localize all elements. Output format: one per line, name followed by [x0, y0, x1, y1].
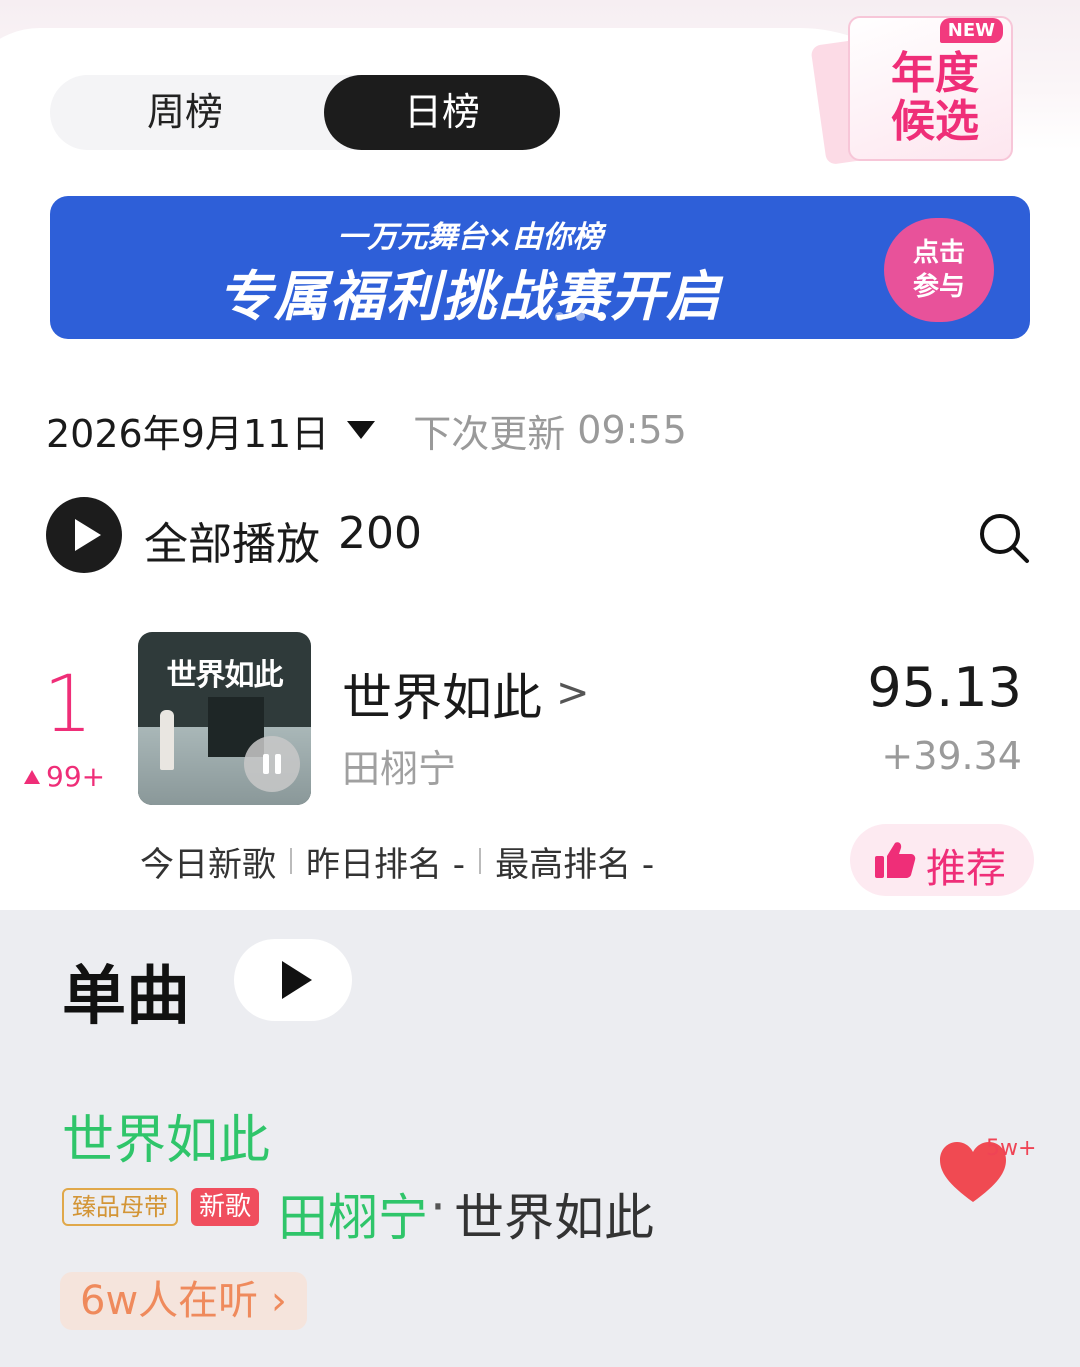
chevron-right-icon: › — [270, 1278, 287, 1324]
cover-title: 世界如此 — [166, 658, 284, 693]
meta-best-rank: 最高排名 - — [495, 844, 655, 885]
chevron-right-icon[interactable]: > — [556, 670, 590, 716]
cover-figure — [160, 710, 174, 770]
score-delta: +39.34 — [881, 734, 1022, 778]
date-row: 2026年9月11日 下次更新 09:55 — [46, 400, 687, 460]
like-count: 5w+ — [986, 1136, 1037, 1161]
award-card: NEW 年度 候选 — [848, 16, 1013, 161]
rank-up-icon — [24, 770, 40, 784]
play-all-label[interactable]: 全部播放 — [144, 508, 320, 572]
date-selector[interactable]: 2026年9月11日 — [46, 403, 329, 458]
new-song-badge: 新歌 — [191, 1188, 260, 1226]
tab-weekly[interactable]: 周榜 — [50, 75, 320, 150]
single-section-title: 单曲 — [62, 960, 190, 1034]
next-update-time: 09:55 — [577, 408, 687, 452]
rank-change-value: 99+ — [46, 760, 106, 793]
play-all-button[interactable] — [46, 497, 122, 573]
promo-banner[interactable]: 一万元舞台×由你榜 专属福利挑战赛开启 点击 参与 — [50, 196, 1030, 339]
play-all-count: 200 — [338, 508, 422, 559]
next-update-label: 下次更新 — [413, 411, 566, 456]
meta-divider — [479, 848, 482, 874]
banner-button-line-1: 点击 — [912, 238, 965, 268]
song-score: 95.13 — [867, 656, 1022, 719]
chart-tabs: 周榜 日榜 — [50, 75, 560, 150]
carousel-dots — [555, 312, 606, 321]
recommend-button[interactable]: 推荐 — [850, 824, 1034, 896]
meta-divider — [290, 848, 292, 874]
banner-title: 专属福利挑战赛开启 — [218, 265, 722, 328]
banner-join-button[interactable]: 点击 参与 — [884, 218, 994, 322]
song-artist[interactable]: 田栩宁 — [342, 738, 456, 793]
single-song-title[interactable]: 世界如此 — [62, 1098, 270, 1173]
rank-change: 99+ — [24, 760, 105, 793]
song-title[interactable]: 世界如此 — [342, 658, 542, 730]
recommend-label: 推荐 — [926, 846, 1006, 892]
play-all-row: 全部播放 200 — [46, 496, 1036, 576]
quality-badge: 臻品母带 — [62, 1188, 178, 1226]
pause-icon[interactable] — [244, 736, 300, 792]
new-badge: NEW — [939, 18, 1003, 43]
tab-daily[interactable]: 日榜 — [324, 75, 560, 150]
play-icon — [282, 961, 312, 999]
award-line-2: 候选 — [891, 96, 979, 147]
carousel-dot — [555, 312, 564, 321]
song-meta-row: 今日新歌 昨日排名 - 最高排名 - — [140, 838, 655, 885]
meta-yesterday-rank: 昨日排名 - — [306, 844, 466, 885]
meta-new-song: 今日新歌 — [140, 844, 276, 885]
search-icon[interactable] — [976, 510, 1032, 566]
play-icon — [75, 519, 101, 551]
rank-number: 1 — [43, 660, 93, 750]
banner-subtitle: 一万元舞台×由你榜 — [337, 220, 603, 255]
thumbs-up-icon — [875, 842, 916, 878]
banner-button-line-2: 参与 — [912, 272, 965, 302]
single-album[interactable]: 世界如此 — [454, 1178, 654, 1250]
carousel-dot — [576, 312, 585, 321]
artist-album-separator: · — [430, 1178, 446, 1236]
carousel-dot-active — [597, 312, 606, 321]
chart-panel: 周榜 日榜 NEW 年度 候选 一万元舞台×由你榜 专属福利挑战赛开启 点击 参… — [0, 0, 1080, 910]
annual-candidate-entry[interactable]: NEW 年度 候选 — [810, 8, 1018, 166]
single-artist[interactable]: 田栩宁 — [278, 1178, 428, 1250]
award-line-1: 年度 — [891, 48, 979, 99]
caret-down-icon[interactable] — [347, 421, 376, 439]
listening-count-chip[interactable]: 6w人在听 › — [60, 1272, 307, 1330]
award-label: 年度 候选 — [880, 50, 990, 146]
listening-count: 6w人在听 — [80, 1278, 259, 1324]
album-cover[interactable]: 世界如此 — [138, 632, 311, 805]
single-play-button[interactable] — [234, 939, 352, 1021]
